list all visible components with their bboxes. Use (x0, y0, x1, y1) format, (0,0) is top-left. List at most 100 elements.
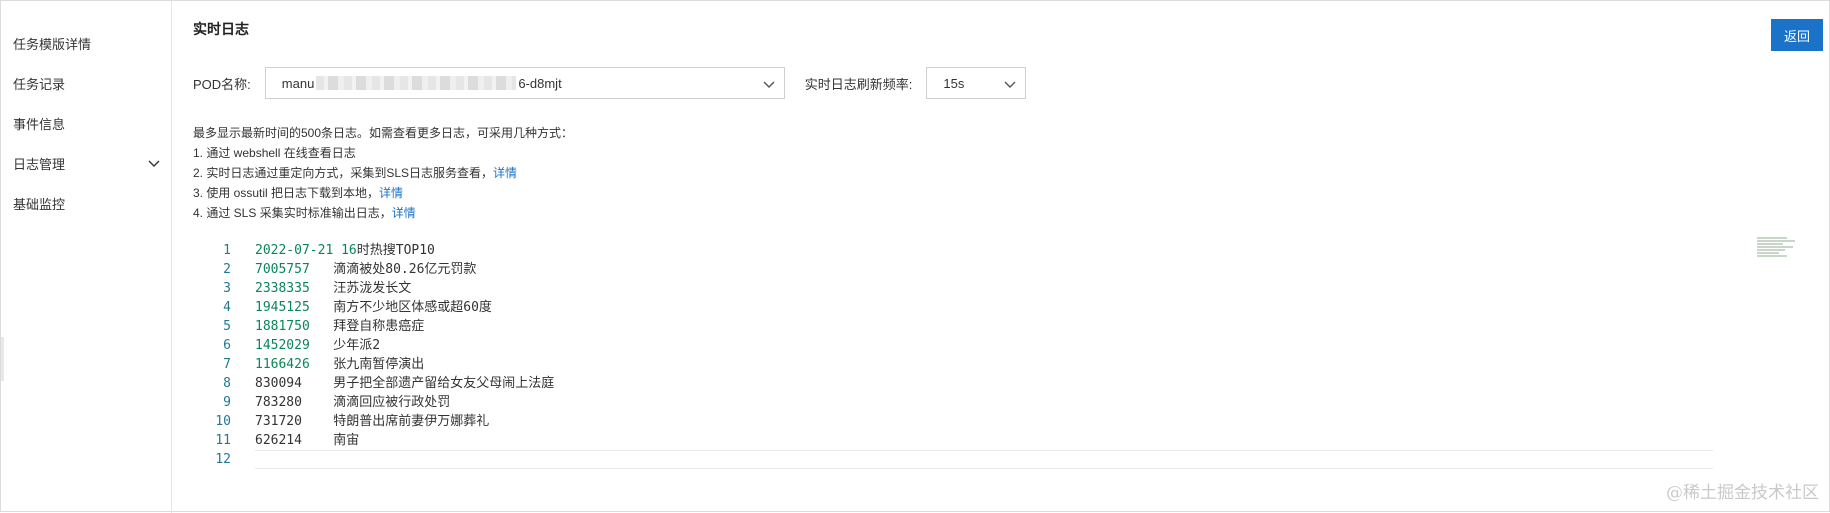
sidebar-item-task-records[interactable]: 任务记录 (1, 63, 171, 103)
sidebar-item-label: 任务模版详情 (13, 36, 92, 52)
log-text: 2022-07-21 16时热搜TOP10 (255, 241, 435, 260)
log-number: 1452029 (255, 338, 310, 353)
log-text: 7005757 滴滴被处80.26亿元罚款 (255, 260, 476, 279)
line-number: 11 (215, 433, 231, 448)
log-notice: 最多显示最新时间的500条日志。如需查看更多日志，可采用几种方式： 1. 通过 … (193, 123, 573, 223)
pod-select[interactable]: manu 6-d8mjt (264, 67, 785, 99)
log-line: 11 626214 南宙 (193, 431, 1713, 450)
sidebar-item-log-management[interactable]: 日志管理 (1, 143, 171, 183)
sidebar-item-event-info[interactable]: 事件信息 (1, 103, 171, 143)
log-content: 张九南暂停演出 (309, 357, 425, 372)
log-content: 少年派2 (309, 338, 381, 353)
notice-text: 2. 实时日志通过重定向方式，采集到SLS日志服务查看， (193, 166, 494, 180)
notice-text: 4. 通过 SLS 采集实时标准输出日志， (193, 206, 392, 220)
detail-link[interactable]: 详情 (493, 166, 517, 180)
log-number: 1881750 (255, 319, 310, 334)
log-text: 783280 滴滴回应被行政处罚 (255, 393, 450, 412)
log-text: 830094 男子把全部遗产留给女友父母闹上法庭 (255, 374, 554, 393)
pod-name-label: POD名称: (193, 76, 251, 92)
log-content: 南方不少地区体感或超60度 (309, 300, 492, 315)
line-number: 7 (223, 357, 231, 372)
log-text: 1945125 南方不少地区体感或超60度 (255, 298, 492, 317)
notice-line: 1. 通过 webshell 在线查看日志 (193, 146, 356, 160)
log-number: 7005757 (255, 262, 310, 277)
line-number: 6 (223, 338, 231, 353)
redacted-mask (316, 76, 517, 90)
log-number: 626214 (255, 433, 302, 448)
sidebar-item-label: 基础监控 (13, 196, 66, 212)
log-text: 1452029 少年派2 (255, 336, 380, 355)
log-content: 南宙 (301, 433, 360, 448)
chevron-down-icon (148, 160, 160, 167)
log-line: 12 (193, 450, 1713, 469)
log-line: 9 783280 滴滴回应被行政处罚 (193, 393, 1713, 412)
refresh-frequency-value: 15s (943, 75, 965, 91)
log-content: 滴滴回应被行政处罚 (301, 395, 451, 410)
log-line: 7 1166426 张九南暂停演出 (193, 355, 1713, 374)
watermark: @稀土掘金技术社区 (1666, 483, 1819, 503)
sidebar-resize-handle[interactable] (1, 337, 4, 381)
notice-text: 3. 使用 ossutil 把日志下载到本地， (193, 186, 380, 200)
log-content: 汪苏泷发长文 (309, 281, 412, 296)
detail-link[interactable]: 详情 (379, 186, 403, 200)
log-content: 特朗普出席前妻伊万娜葬礼 (301, 414, 490, 429)
log-line: 10 731720 特朗普出席前妻伊万娜葬礼 (193, 412, 1713, 431)
page-title: 实时日志 (193, 21, 249, 37)
log-text: 731720 特朗普出席前妻伊万娜葬礼 (255, 412, 489, 431)
log-content: 时热搜TOP10 (356, 243, 435, 258)
log-line: 4 1945125 南方不少地区体感或超60度 (193, 298, 1713, 317)
line-number: 3 (223, 281, 231, 296)
line-number: 8 (223, 376, 231, 391)
line-number: 12 (215, 452, 231, 467)
filter-row: POD名称: manu 6-d8mjt 实时日志刷新频率: 15s (193, 67, 1027, 99)
log-text (255, 450, 1713, 469)
log-text: 1166426 张九南暂停演出 (255, 355, 424, 374)
log-content: 男子把全部遗产留给女友父母闹上法庭 (301, 376, 555, 391)
log-number: 2022-07-21 16 (255, 243, 357, 258)
line-number: 1 (223, 243, 231, 258)
log-line: 3 2338335 汪苏泷发长文 (193, 279, 1713, 298)
notice-line: 4. 通过 SLS 采集实时标准输出日志，详情 (193, 203, 573, 223)
log-content: 拜登自称患癌症 (309, 319, 425, 334)
line-number: 10 (215, 414, 231, 429)
chevron-down-icon (763, 81, 775, 88)
line-number: 2 (223, 262, 231, 277)
log-content: 滴滴被处80.26亿元罚款 (309, 262, 477, 277)
sidebar-item-template-detail[interactable]: 任务模版详情 (1, 23, 171, 63)
log-line: 5 1881750 拜登自称患癌症 (193, 317, 1713, 336)
log-number: 2338335 (255, 281, 310, 296)
log-text: 1881750 拜登自称患癌症 (255, 317, 424, 336)
refresh-frequency-select[interactable]: 15s (926, 67, 1027, 99)
sidebar-item-basic-monitoring[interactable]: 基础监控 (1, 183, 171, 223)
refresh-frequency-label: 实时日志刷新频率: (804, 76, 913, 92)
notice-line: 最多显示最新时间的500条日志。如需查看更多日志，可采用几种方式： (193, 126, 574, 140)
app-frame: 任务模版详情 任务记录 事件信息 日志管理 基础监控 实时日志 返回 POD名称… (0, 0, 1830, 513)
sidebar-item-label: 任务记录 (13, 76, 66, 92)
notice-line: 2. 实时日志通过重定向方式，采集到SLS日志服务查看，详情 (193, 163, 573, 183)
pod-value-prefix: manu (281, 75, 315, 91)
editor-minimap[interactable] (1757, 237, 1801, 263)
main-content: 实时日志 返回 POD名称: manu 6-d8mjt 实时日志刷新频率: 15… (173, 1, 1829, 511)
log-text: 626214 南宙 (255, 431, 359, 450)
line-number: 9 (223, 395, 231, 410)
log-number: 1166426 (255, 357, 310, 372)
pod-value-suffix: 6-d8mjt (518, 75, 562, 91)
log-viewer[interactable]: 1 2022-07-21 16时热搜TOP10 2 7005757 滴滴被处80.26… (193, 241, 1713, 473)
log-line: 2 7005757 滴滴被处80.26亿元罚款 (193, 260, 1713, 279)
log-number: 830094 (255, 376, 302, 391)
sidebar-item-label: 日志管理 (13, 156, 66, 172)
line-number: 4 (223, 300, 231, 315)
sidebar: 任务模版详情 任务记录 事件信息 日志管理 基础监控 (1, 1, 172, 513)
log-line: 8 830094 男子把全部遗产留给女友父母闹上法庭 (193, 374, 1713, 393)
log-number: 783280 (255, 395, 302, 410)
notice-line: 3. 使用 ossutil 把日志下载到本地，详情 (193, 183, 573, 203)
log-text: 2338335 汪苏泷发长文 (255, 279, 411, 298)
chevron-down-icon (1004, 81, 1016, 88)
log-line: 1 2022-07-21 16时热搜TOP10 (193, 241, 1713, 260)
sidebar-item-label: 事件信息 (13, 116, 66, 132)
log-number: 731720 (255, 414, 302, 429)
log-line: 6 1452029 少年派2 (193, 336, 1713, 355)
line-number: 5 (223, 319, 231, 334)
back-button[interactable]: 返回 (1771, 19, 1823, 51)
detail-link[interactable]: 详情 (392, 206, 416, 220)
